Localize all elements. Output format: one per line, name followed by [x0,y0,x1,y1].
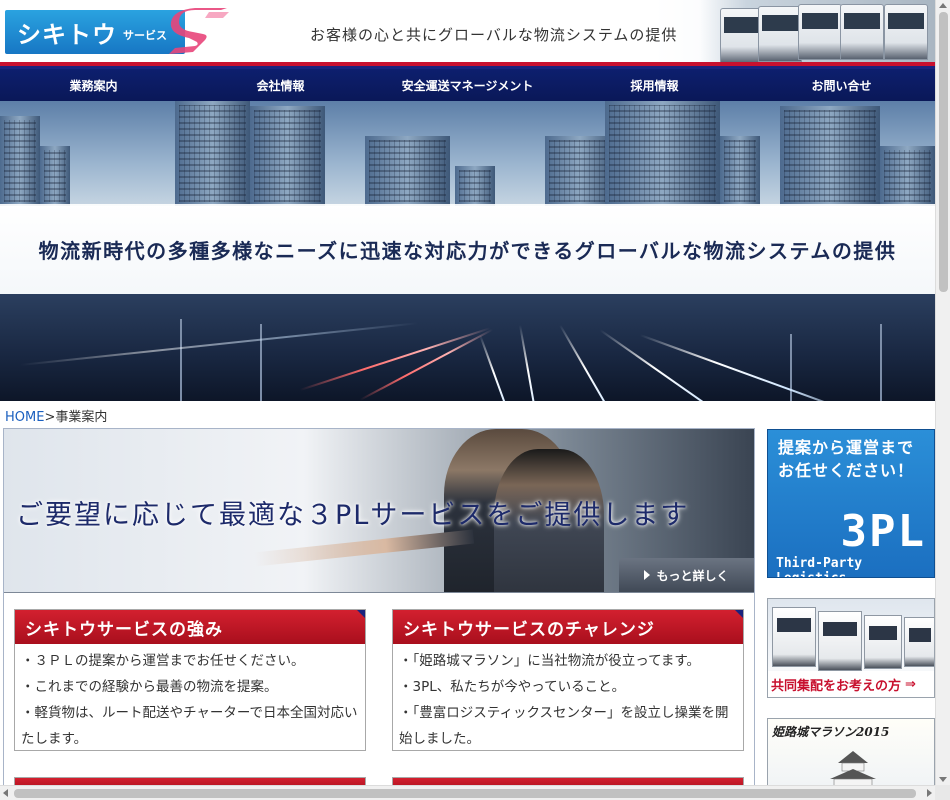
sidebar-joint-delivery-caption: 共同集配をお考えの方 ⇒ [768,671,934,697]
arrow-right-icon [644,570,651,580]
truck-image [840,4,884,60]
list-item[interactable]: ・3PL、私たちが今やっていること。 [399,674,737,700]
header-trucks-image [700,0,935,66]
truck-image [884,4,928,60]
nav-item-recruit[interactable]: 採用情報 [561,69,748,101]
sidebar-joint-delivery-label: 共同集配をお考えの方 [771,678,902,694]
hero-text-band: 物流新時代の多種多様なニーズに迅速な対応力ができるグローバルな物流システムの提供 [0,204,935,294]
hero-skyline [0,101,935,206]
sidebar-3pl-line2: お任せください！ [778,461,915,480]
breadcrumb-home-link[interactable]: HOME [5,410,44,425]
hero-banner: 物流新時代の多種多様なニーズに迅速な対応力ができるグローバルな物流システムの提供 [0,101,935,401]
site-logo[interactable]: シキトウ サービス [5,10,185,54]
3pl-service-banner[interactable]: ご要望に応じて最適な３PLサービスをご提供します もっと詳しく [4,429,754,593]
challenge-list: ・「姫路城マラソン」に当社物流が役立ってます。 ・3PL、私たちが今やっているこ… [393,644,743,756]
list-item[interactable]: ・３ＰＬの提案から運営までお任せください。 [21,648,359,674]
list-item[interactable]: ・これまでの経験から最善の物流を提案。 [21,674,359,700]
breadcrumb-current: 事業案内 [55,410,108,425]
more-details-button[interactable]: もっと詳しく [619,558,754,592]
list-item[interactable]: ・「姫路城マラソン」に当社物流が役立ってます。 [399,648,737,674]
strengths-box-title: シキトウサービスの強み [15,610,365,644]
sidebar-marathon-title: 姫路城マラソン2015 [772,725,890,739]
page: シキトウ サービス お客様の心と共にグローバルな物流システムの提供 業務案内 会… [0,0,950,800]
sidebar-3pl-big: 3PL [840,506,926,557]
scroll-up-icon[interactable] [939,3,947,8]
scroll-right-icon[interactable] [927,789,932,797]
breadcrumb-separator: > [44,410,56,425]
logo-sub-text: サービス [123,29,167,42]
sidebar-3pl-line1: 提案から運営まで [778,438,915,457]
breadcrumb: HOME>事業案内 [5,406,107,425]
challenge-box-title: シキトウサービスのチャレンジ [393,610,743,644]
strengths-list: ・３ＰＬの提案から運営までお任せください。 ・これまでの経験から最善の物流を提案… [15,644,365,756]
truck-image [904,617,934,667]
scrollbar-corner [935,785,950,800]
challenge-box: シキトウサービスのチャレンジ ・「姫路城マラソン」に当社物流が役立ってます。 ・… [392,609,744,751]
more-details-label: もっと詳しく [656,568,729,583]
truck-image [818,611,862,671]
scroll-down-icon[interactable] [939,777,947,782]
truck-image [798,4,842,60]
nav-item-contact[interactable]: お問い合せ [748,69,935,101]
pointing-arm [253,529,475,567]
sidebar-3pl-banner[interactable]: 提案から運営まで お任せください！ 3PL Third-Party Logist… [767,429,935,578]
hero-headline: 物流新時代の多種多様なニーズに迅速な対応力ができるグローバルな物流システムの提供 [38,238,897,263]
truck-image [772,607,816,667]
vertical-scrollbar[interactable] [935,0,950,785]
main-content: ご要望に応じて最適な３PLサービスをご提供します もっと詳しく シキトウサービス… [3,428,755,800]
list-item[interactable]: ・軽貨物は、ルート配送やチャーターで日本全国対応いたします。 [21,700,359,752]
list-item[interactable]: ・「豊富ロジスティックスセンター」を設立し操業を開始しました。 [399,700,737,752]
hero-highway-night [0,294,935,401]
nav-item-business[interactable]: 業務案内 [0,69,187,101]
main-nav: 業務案内 会社情報 安全運送マネージメント 採用情報 お問い合せ [0,69,935,101]
sidebar-3pl-tagline: 提案から運営まで お任せください！ [778,436,914,482]
nav-item-safety[interactable]: 安全運送マネージメント [374,69,561,101]
horizontal-scroll-thumb[interactable] [14,789,916,798]
logo-s-mark-icon [169,8,229,54]
horizontal-scrollbar[interactable] [0,785,935,800]
strengths-box: シキトウサービスの強み ・３ＰＬの提案から運営までお任せください。 ・これまでの… [14,609,366,751]
truck-image [758,6,802,62]
truck-image [864,615,902,669]
scroll-left-icon[interactable] [3,789,8,797]
sidebar-3pl-subtitle: Third-Party Logistics [776,556,863,577]
double-chevron-right-icon: ⇒ [905,676,916,692]
vertical-scroll-thumb[interactable] [939,12,948,292]
header-tagline: お客様の心と共にグローバルな物流システムの提供 [310,26,678,44]
sidebar-joint-delivery-banner[interactable]: 共同集配をお考えの方 ⇒ [767,598,935,698]
site-header: シキトウ サービス お客様の心と共にグローバルな物流システムの提供 [0,0,935,69]
banner-headline: ご要望に応じて最適な３PLサービスをご提供します [16,500,690,531]
nav-item-company[interactable]: 会社情報 [187,69,374,101]
logo-main-text: シキトウ [17,20,117,49]
